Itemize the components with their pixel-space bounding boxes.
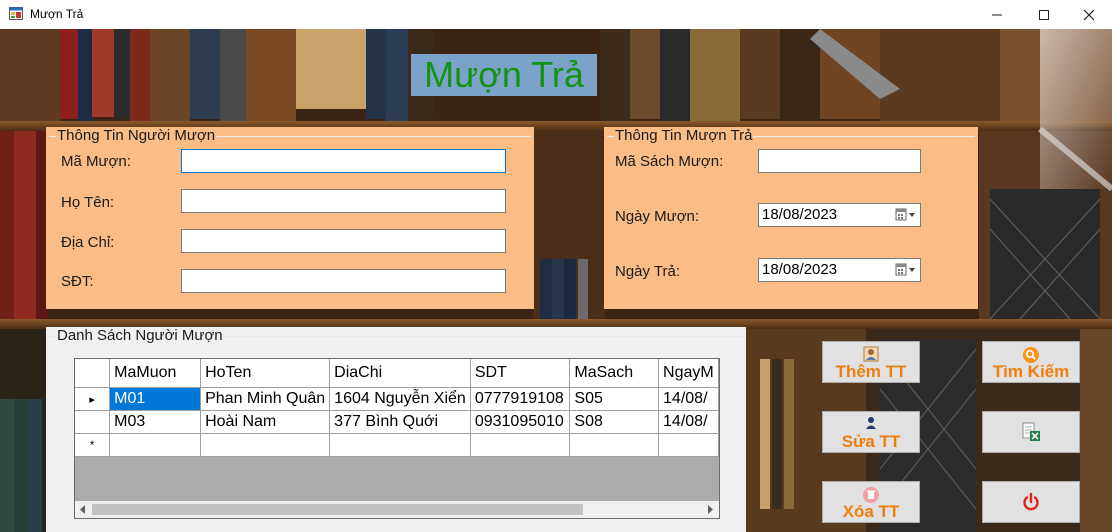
borrow-date-picker[interactable]: 18/08/2023: [758, 203, 921, 227]
phone-input[interactable]: [181, 269, 506, 293]
corner-header-cell[interactable]: [75, 359, 111, 388]
borrower-group-title: Thông Tin Người Mượn: [56, 127, 217, 144]
current-row-indicator[interactable]: ▸: [75, 387, 111, 411]
table-row[interactable]: M03 Hoài Nam 377 Bình Quới 0931095010 S0…: [75, 410, 719, 434]
return-date-picker[interactable]: 18/08/2023: [758, 258, 921, 282]
cell-mamuon[interactable]: M03: [109, 410, 202, 434]
page-title: Mượn Trả: [411, 54, 597, 96]
app-window-icon: [9, 7, 23, 20]
row-header-cell[interactable]: [75, 410, 111, 434]
cell-hoten[interactable]: Hoài Nam: [200, 410, 331, 434]
maximize-icon: [1039, 9, 1049, 20]
add-info-button[interactable]: Thêm TT: [822, 341, 920, 383]
column-header-sdt[interactable]: SDT: [470, 359, 571, 388]
delete-info-label: Xóa TT: [842, 502, 900, 521]
cell-mamuon[interactable]: M01: [109, 387, 202, 411]
cell-ngaymuon[interactable]: 14/08/: [658, 387, 719, 411]
cell-hoten[interactable]: Phan Minh Quân: [200, 387, 331, 411]
new-row[interactable]: *: [75, 433, 719, 457]
edit-info-label: Sửa TT: [841, 432, 901, 451]
return-date-label: Ngày Trả:: [615, 263, 681, 280]
list-group-title: Danh Sách Người Mượn: [56, 327, 224, 344]
borrower-info-group: Thông Tin Người Mượn Mã Mượn: Họ Tên: Đị…: [46, 127, 534, 309]
new-row-indicator[interactable]: *: [75, 433, 111, 457]
column-header-hoten[interactable]: HoTen: [200, 359, 331, 388]
grid-table: MaMuon HoTen DiaChi SDT MaSach NgayM ▸ M…: [75, 359, 719, 457]
cell-diachi[interactable]: 377 Bình Quới: [329, 410, 471, 434]
borrower-data-grid[interactable]: MaMuon HoTen DiaChi SDT MaSach NgayM ▸ M…: [74, 358, 720, 519]
edit-info-button[interactable]: Sửa TT: [822, 411, 920, 453]
book-id-input[interactable]: [758, 149, 921, 173]
new-cell[interactable]: [109, 433, 202, 457]
loan-id-input[interactable]: [181, 149, 506, 173]
full-name-label: Họ Tên:: [61, 194, 115, 211]
new-cell[interactable]: [329, 433, 471, 457]
cell-ngaymuon[interactable]: 14/08/: [658, 410, 719, 434]
scrollbar-thumb[interactable]: [92, 504, 583, 515]
search-icon: [1023, 347, 1039, 363]
table-row[interactable]: ▸ M01 Phan Minh Quân 1604 Nguyễn Xiển 07…: [75, 387, 719, 411]
column-header-ngaymuon[interactable]: NgayM: [658, 359, 719, 388]
cell-sdt[interactable]: 0931095010: [470, 410, 571, 434]
full-name-input[interactable]: [181, 189, 506, 213]
maximize-button[interactable]: [1021, 0, 1067, 29]
address-input[interactable]: [181, 229, 506, 253]
export-excel-button[interactable]: [982, 411, 1080, 453]
grid-header-row: MaMuon HoTen DiaChi SDT MaSach NgayM: [75, 359, 719, 388]
borrow-date-label: Ngày Mượn:: [615, 208, 700, 225]
cell-sdt[interactable]: 0777919108: [470, 387, 571, 411]
new-row-star-icon: *: [89, 438, 95, 452]
add-info-label: Thêm TT: [835, 362, 907, 381]
row-arrow-icon: ▸: [89, 393, 95, 406]
borrow-date-value: 18/08/2023: [762, 206, 838, 223]
column-header-masach[interactable]: MaSach: [569, 359, 660, 388]
new-cell[interactable]: [200, 433, 331, 457]
search-label: Tìm Kiếm: [992, 362, 1070, 381]
minimize-icon: [992, 14, 1002, 15]
column-header-diachi[interactable]: DiaChi: [329, 359, 471, 388]
phone-label: SĐT:: [61, 273, 94, 290]
delete-info-button[interactable]: Xóa TT: [822, 481, 920, 523]
search-button[interactable]: Tìm Kiếm: [982, 341, 1080, 383]
cell-masach[interactable]: S05: [569, 387, 660, 411]
calendar-dropdown-icon[interactable]: [895, 263, 917, 277]
return-date-value: 18/08/2023: [762, 261, 838, 278]
minimize-button[interactable]: [974, 0, 1020, 29]
add-user-icon: [863, 346, 879, 362]
user-edit-icon: [866, 417, 876, 429]
close-icon: [1083, 9, 1095, 20]
delete-icon: [863, 487, 879, 503]
loan-group-title: Thông Tin Mượn Trả: [614, 127, 754, 144]
new-cell[interactable]: [658, 433, 719, 457]
excel-export-icon: [1022, 422, 1040, 441]
new-cell[interactable]: [569, 433, 660, 457]
loan-info-group: Thông Tin Mượn Trả Mã Sách Mượn: Ngày Mư…: [604, 127, 978, 309]
cell-masach[interactable]: S08: [569, 410, 660, 434]
address-label: Địa Chỉ:: [61, 234, 115, 251]
scroll-right-icon[interactable]: [706, 505, 714, 514]
loan-id-label: Mã Mượn:: [61, 153, 131, 170]
calendar-dropdown-icon[interactable]: [895, 208, 917, 222]
horizontal-scrollbar[interactable]: [75, 501, 719, 518]
exit-button[interactable]: [982, 481, 1080, 523]
new-cell[interactable]: [470, 433, 571, 457]
column-header-mamuon[interactable]: MaMuon: [109, 359, 202, 388]
window-titlebar: Mượn Trả: [0, 0, 1112, 29]
close-button[interactable]: [1066, 0, 1112, 29]
book-id-label: Mã Sách Mượn:: [615, 153, 724, 170]
power-icon: [1023, 492, 1039, 511]
cell-diachi[interactable]: 1604 Nguyễn Xiển: [329, 387, 471, 411]
window-title: Mượn Trả: [30, 7, 84, 21]
scroll-left-icon[interactable]: [79, 505, 87, 514]
